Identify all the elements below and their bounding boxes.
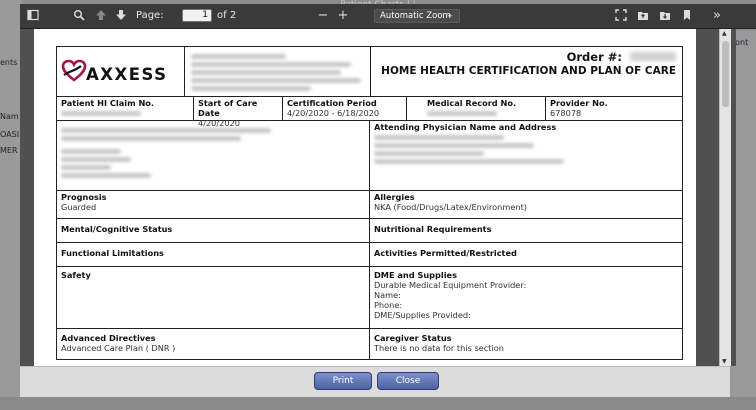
claim-number-cell: Patient HI Claim No. bbox=[57, 97, 194, 120]
allergies-cell: Allergies NKA (Food/Drugs/Latex/Environm… bbox=[374, 192, 527, 212]
page-number-input[interactable]: 1 bbox=[182, 9, 212, 22]
pdf-page: AXXESS Order #: HOME HEALTH CERTIFICATIO… bbox=[34, 29, 696, 366]
background-text: MER bbox=[0, 146, 18, 155]
background-strip bbox=[0, 397, 756, 410]
logo-text: AXXESS bbox=[86, 65, 168, 84]
caregiver-status-cell: Caregiver Status There is no data for th… bbox=[374, 333, 504, 353]
certification-period-cell: Certification Period 4/20/2020 - 6/18/20… bbox=[283, 97, 407, 120]
close-button[interactable]: Close bbox=[377, 372, 439, 390]
prognosis-cell: Prognosis Guarded bbox=[57, 191, 370, 218]
advanced-directives-cell: Advanced Directives Advanced Care Plan (… bbox=[57, 329, 370, 359]
activities-cell: Activities Permitted/Restricted bbox=[374, 248, 517, 258]
medical-record-cell: Medical Record No. bbox=[407, 97, 546, 120]
dialog-footer: Print Close bbox=[20, 366, 730, 398]
order-header: Order #: HOME HEALTH CERTIFICATION AND P… bbox=[371, 47, 682, 96]
zoom-arrow: ÷ bbox=[447, 12, 453, 20]
download-icon[interactable] bbox=[658, 9, 672, 23]
provider-number-cell: Provider No. 678078 bbox=[550, 98, 608, 118]
logo-area: AXXESS bbox=[57, 47, 185, 96]
functional-limitations-cell: Functional Limitations bbox=[57, 243, 370, 266]
attending-physician-cell: Attending Physician Name and Address bbox=[370, 121, 682, 190]
scroll-up-icon[interactable]: ▲ bbox=[722, 30, 727, 37]
patient-info-cell bbox=[57, 121, 370, 190]
print-button[interactable]: Print bbox=[314, 372, 372, 390]
pdf-toolbar: Page: 1 of 2 − + Automatic Zoom ÷ » bbox=[20, 4, 756, 29]
plan-of-care-form: AXXESS Order #: HOME HEALTH CERTIFICATIO… bbox=[56, 46, 683, 360]
dme-supplies-cell: DME and Supplies Durable Medical Equipme… bbox=[374, 270, 527, 320]
background-text: OASI bbox=[0, 130, 20, 139]
form-title: HOME HEALTH CERTIFICATION AND PLAN OF CA… bbox=[381, 65, 676, 77]
mental-status-cell: Mental/Cognitive Status bbox=[57, 219, 370, 242]
zoom-in-button[interactable]: + bbox=[336, 9, 350, 23]
background-text: ents bbox=[0, 58, 18, 67]
order-number-label: Order #: bbox=[566, 50, 622, 64]
start-of-care-cell: Start of Care Date 4/20/2020 bbox=[194, 97, 283, 128]
tools-more-button[interactable]: » bbox=[710, 9, 724, 23]
page-label: Page: bbox=[136, 10, 164, 21]
scrollbar-thumb[interactable] bbox=[722, 41, 729, 107]
bookmark-icon[interactable] bbox=[680, 9, 694, 23]
zoom-out-button[interactable]: − bbox=[316, 9, 330, 23]
zoom-select[interactable]: Automatic Zoom ÷ bbox=[374, 9, 460, 23]
page-total: of 2 bbox=[217, 10, 237, 21]
axxess-heart-icon bbox=[61, 59, 87, 82]
zoom-value: Automatic Zoom bbox=[380, 11, 451, 21]
nutritional-requirements-cell: Nutritional Requirements bbox=[374, 224, 492, 234]
previous-page-icon[interactable] bbox=[94, 9, 108, 23]
sidebar-toggle-icon[interactable] bbox=[26, 9, 40, 23]
scroll-down-icon[interactable]: ▼ bbox=[722, 358, 727, 365]
agency-info bbox=[185, 47, 371, 96]
next-page-icon[interactable] bbox=[114, 9, 128, 23]
search-icon[interactable] bbox=[72, 9, 86, 23]
open-file-icon[interactable] bbox=[636, 9, 650, 23]
background-text: Nam bbox=[0, 112, 19, 121]
background-panel-left: ents Nam OASI MER bbox=[0, 0, 22, 410]
vertical-scrollbar[interactable]: ▲ ▼ bbox=[719, 29, 731, 366]
safety-cell: Safety bbox=[57, 267, 370, 328]
presentation-mode-icon[interactable] bbox=[614, 9, 628, 23]
